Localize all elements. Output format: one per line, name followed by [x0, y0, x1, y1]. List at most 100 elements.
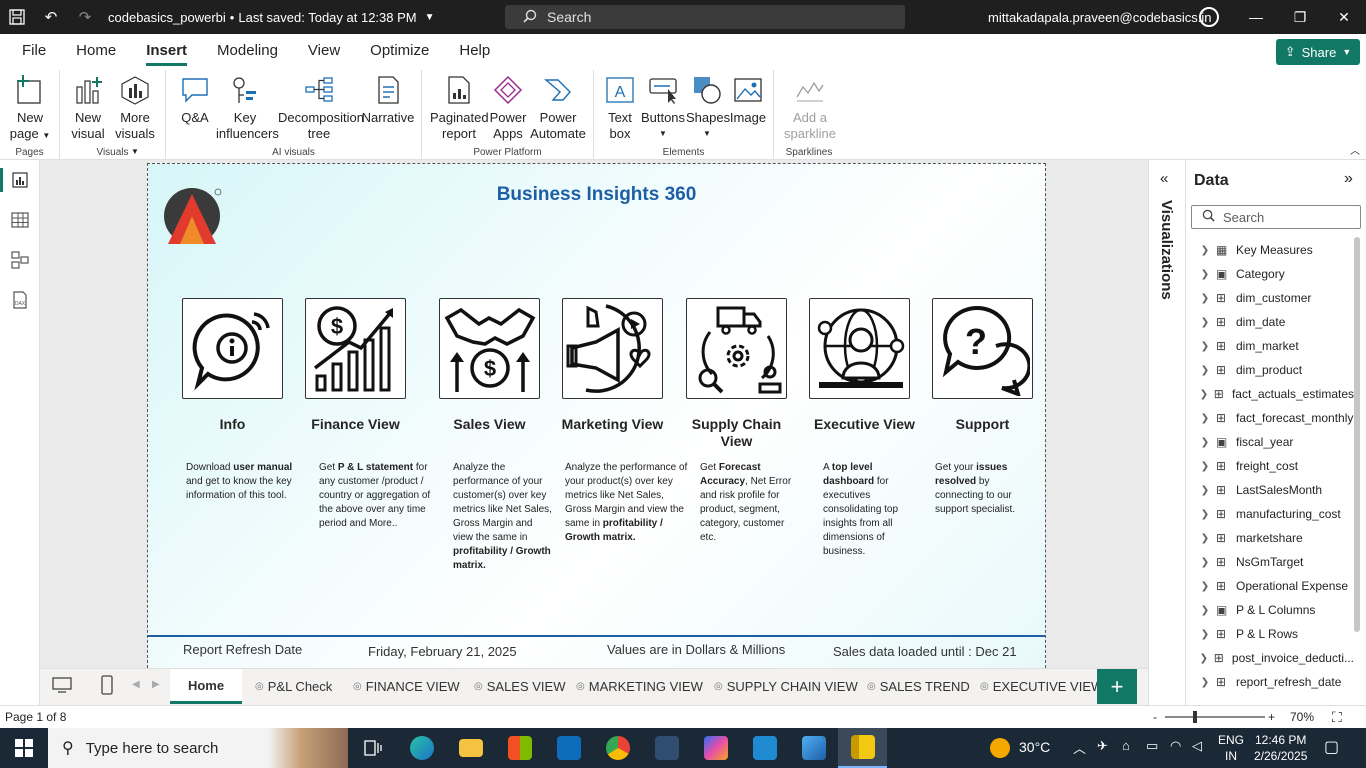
restore-icon[interactable]: ❐: [1278, 0, 1322, 34]
volume-icon[interactable]: ◁: [1192, 738, 1202, 754]
shapes-button[interactable]: Shapes ▼: [686, 74, 730, 142]
tab-pl-check[interactable]: ◎ P&L Check: [245, 669, 342, 704]
expand-pane-icon[interactable]: «: [1160, 170, 1168, 187]
taskbar-search[interactable]: ⚲ Type here to search: [48, 728, 348, 768]
data-field-post-invoice-deducti[interactable]: ❯ ⊞ post_invoice_deducti...: [1186, 646, 1354, 670]
collapse-pane-icon[interactable]: »: [1344, 170, 1353, 188]
zoom-slider[interactable]: [1165, 716, 1265, 718]
chevron-right-icon[interactable]: ❯: [1194, 245, 1216, 256]
scroll-right-icon[interactable]: ▶: [152, 679, 160, 690]
menu-help[interactable]: Help: [444, 34, 505, 68]
add-page-button[interactable]: +: [1097, 669, 1137, 704]
report-view-icon[interactable]: [0, 160, 40, 200]
tab-marketing-view[interactable]: ◎ MARKETING VIEW: [566, 669, 713, 704]
chevron-right-icon[interactable]: ❯: [1194, 485, 1216, 496]
data-field-p-l-columns[interactable]: ❯ ▣ P & L Columns: [1186, 598, 1354, 622]
chevron-right-icon[interactable]: ❯: [1194, 269, 1216, 280]
mobile-layout-icon[interactable]: [101, 675, 113, 698]
collapse-ribbon-icon[interactable]: ︿: [1350, 142, 1360, 157]
data-field-dim-market[interactable]: ❯ ⊞ dim_market: [1186, 334, 1354, 358]
zoom-in-button[interactable]: +: [1268, 710, 1275, 724]
zoom-out-button[interactable]: -: [1153, 710, 1157, 724]
data-field-dim-date[interactable]: ❯ ⊞ dim_date: [1186, 310, 1354, 334]
minimize-icon[interactable]: —: [1234, 0, 1278, 34]
chevron-right-icon[interactable]: ❯: [1194, 413, 1216, 424]
power-apps-button[interactable]: Power Apps: [488, 74, 528, 142]
narrative-button[interactable]: Narrative: [360, 74, 416, 126]
tab-finance-view[interactable]: ◎ FINANCE VIEW: [343, 669, 470, 704]
sales-view-tile[interactable]: $: [439, 298, 540, 399]
data-field-fiscal-year[interactable]: ❯ ▣ fiscal_year: [1186, 430, 1354, 454]
tab-supply-chain-view[interactable]: ◎ SUPPLY CHAIN VIEW: [704, 669, 868, 704]
chevron-right-icon[interactable]: ❯: [1194, 389, 1214, 400]
finance-view-tile[interactable]: $: [305, 298, 406, 399]
desktop-layout-icon[interactable]: [52, 677, 72, 696]
weather-temp[interactable]: 30°C: [1019, 739, 1050, 755]
zoom-slider-thumb[interactable]: [1193, 711, 1197, 723]
dax-query-view-icon[interactable]: DAX: [0, 280, 40, 320]
share-button[interactable]: ⇪ Share ▼: [1276, 39, 1360, 65]
chevron-right-icon[interactable]: ❯: [1194, 509, 1216, 520]
menu-view[interactable]: View: [293, 34, 355, 68]
close-icon[interactable]: ✕: [1322, 0, 1366, 34]
chevron-right-icon[interactable]: ❯: [1194, 317, 1216, 328]
data-field-nsgmtarget[interactable]: ❯ ⊞ NsGmTarget: [1186, 550, 1354, 574]
chevron-right-icon[interactable]: ❯: [1194, 629, 1216, 640]
power-bi-icon[interactable]: [838, 728, 887, 768]
chevron-up-icon[interactable]: ︿: [1073, 738, 1086, 757]
terminal-icon[interactable]: [642, 728, 691, 768]
paginated-report-button[interactable]: Paginated report: [430, 74, 489, 142]
save-icon[interactable]: [0, 0, 34, 34]
chevron-right-icon[interactable]: ❯: [1194, 461, 1216, 472]
support-tile[interactable]: ?: [932, 298, 1033, 399]
data-pane-scrollbar[interactable]: [1354, 237, 1360, 632]
edge-icon[interactable]: [397, 728, 446, 768]
data-field-marketshare[interactable]: ❯ ⊞ marketshare: [1186, 526, 1354, 550]
network-icon[interactable]: ✈: [1097, 738, 1108, 754]
menu-home[interactable]: Home: [61, 34, 131, 68]
data-field-fact-actuals-estimates[interactable]: ❯ ⊞ fact_actuals_estimates: [1186, 382, 1354, 406]
executive-view-tile[interactable]: [809, 298, 910, 399]
photos-icon[interactable]: [789, 728, 838, 768]
avatar[interactable]: [1199, 7, 1219, 27]
fit-to-page-icon[interactable]: ⛶: [1332, 709, 1342, 726]
tab-sales-trend[interactable]: ◎ SALES TREND: [857, 669, 980, 704]
data-field-dim-product[interactable]: ❯ ⊞ dim_product: [1186, 358, 1354, 382]
chevron-right-icon[interactable]: ❯: [1194, 293, 1216, 304]
visualizations-label[interactable]: Visualizations: [1158, 200, 1175, 300]
language-indicator[interactable]: ENG IN: [1218, 732, 1244, 764]
chevron-right-icon[interactable]: ❯: [1194, 605, 1216, 616]
title-search-box[interactable]: Search: [505, 5, 905, 29]
info-tile[interactable]: [182, 298, 283, 399]
redo-icon[interactable]: ↷: [68, 0, 102, 34]
add-sparkline-button[interactable]: Add a sparkline: [782, 74, 838, 142]
new-page-button[interactable]: New page ▼: [8, 74, 52, 144]
data-field-lastsalesmonth[interactable]: ❯ ⊞ LastSalesMonth: [1186, 478, 1354, 502]
tab-home[interactable]: Home: [170, 669, 242, 704]
new-visual-button[interactable]: New visual: [68, 74, 108, 142]
menu-insert[interactable]: Insert: [131, 34, 202, 68]
vscode-icon[interactable]: [740, 728, 789, 768]
data-field-key-measures[interactable]: ❯ ▦ Key Measures: [1186, 238, 1354, 262]
scroll-left-icon[interactable]: ◀: [132, 679, 140, 690]
marketing-view-tile[interactable]: [562, 298, 663, 399]
data-field-p-l-rows[interactable]: ❯ ⊞ P & L Rows: [1186, 622, 1354, 646]
chevron-right-icon[interactable]: ❯: [1194, 557, 1216, 568]
camera-icon[interactable]: ⌂: [1122, 738, 1130, 753]
data-field-freight-cost[interactable]: ❯ ⊞ freight_cost: [1186, 454, 1354, 478]
battery-icon[interactable]: ▭: [1146, 738, 1158, 754]
copilot-icon[interactable]: [691, 728, 740, 768]
data-field-category[interactable]: ❯ ▣ Category: [1186, 262, 1354, 286]
file-explorer-icon[interactable]: [446, 728, 495, 768]
chevron-right-icon[interactable]: ❯: [1194, 653, 1214, 664]
text-box-button[interactable]: A Text box: [602, 74, 638, 142]
chevron-right-icon[interactable]: ❯: [1194, 341, 1216, 352]
data-field-operational-expense[interactable]: ❯ ⊞ Operational Expense: [1186, 574, 1354, 598]
chrome-icon[interactable]: [593, 728, 642, 768]
data-field-fact-forecast-monthly[interactable]: ❯ ⊞ fact_forecast_monthly: [1186, 406, 1354, 430]
clock[interactable]: 12:46 PM 2/26/2025: [1254, 732, 1307, 764]
tab-executive-view[interactable]: ◎ EXECUTIVE VIEW: [970, 669, 1113, 704]
model-view-icon[interactable]: [0, 240, 40, 280]
image-button[interactable]: Image: [728, 74, 768, 126]
menu-optimize[interactable]: Optimize: [355, 34, 444, 68]
